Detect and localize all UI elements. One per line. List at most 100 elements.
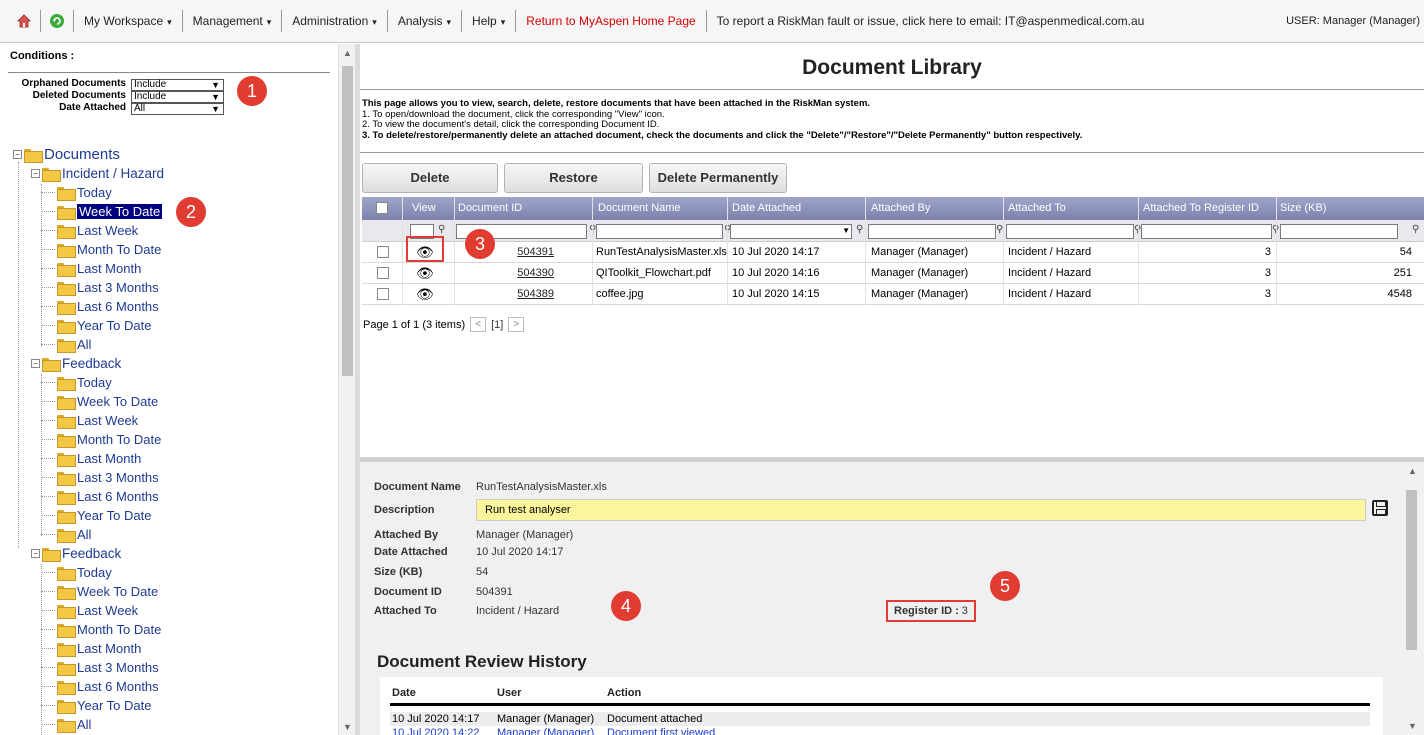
tree-item-last-3-months[interactable]: Last 3 Months bbox=[41, 470, 159, 486]
view-eye-icon[interactable]: 👁 bbox=[416, 266, 434, 280]
view-eye-icon[interactable]: 👁 bbox=[416, 287, 434, 301]
tree-item-last-week[interactable]: Last Week bbox=[41, 413, 138, 429]
tree-item-year-to-date[interactable]: Year To Date bbox=[41, 698, 151, 714]
select-all-checkbox[interactable] bbox=[376, 202, 388, 214]
tree-item-last-week[interactable]: Last Week bbox=[41, 603, 138, 619]
filter-attached-by-input[interactable] bbox=[868, 224, 996, 239]
filter-icon[interactable]: ⚲ bbox=[438, 224, 445, 235]
return-home-link[interactable]: Return to MyAspen Home Page bbox=[524, 14, 697, 28]
tree-item-today[interactable]: Today bbox=[41, 565, 112, 581]
folder-icon bbox=[57, 661, 76, 676]
scroll-up-icon[interactable]: ▲ bbox=[1408, 466, 1417, 476]
tree-item-month-to-date[interactable]: Month To Date bbox=[41, 432, 161, 448]
scroll-up-icon[interactable]: ▲ bbox=[343, 48, 352, 58]
col-register-id[interactable]: Attached To Register ID bbox=[1143, 202, 1259, 214]
tree-item-year-to-date[interactable]: Year To Date bbox=[41, 318, 151, 334]
tree-item-year-to-date[interactable]: Year To Date bbox=[41, 508, 151, 524]
instructions-divider bbox=[360, 152, 1424, 153]
scroll-down-icon[interactable]: ▼ bbox=[1408, 721, 1417, 731]
col-date-attached[interactable]: Date Attached bbox=[732, 202, 801, 214]
tree-item-week-to-date[interactable]: Week To Date bbox=[41, 204, 163, 220]
tree-item-last-month[interactable]: Last Month bbox=[41, 451, 141, 467]
document-id-link[interactable]: 504390 bbox=[517, 267, 554, 279]
filter-date-attached-input[interactable]: ▼ bbox=[730, 224, 852, 239]
col-document-id[interactable]: Document ID bbox=[458, 202, 522, 214]
collapse-icon[interactable]: − bbox=[13, 150, 22, 159]
left-scrollbar[interactable]: ▲ ▼ bbox=[338, 44, 355, 735]
restore-button[interactable]: Restore bbox=[504, 163, 643, 193]
row-checkbox[interactable] bbox=[377, 246, 389, 258]
size-kb: 251 bbox=[1393, 267, 1412, 279]
tree-item-last-6-months[interactable]: Last 6 Months bbox=[41, 679, 159, 695]
size-kb: 54 bbox=[1399, 246, 1412, 258]
tree-item-month-to-date[interactable]: Month To Date bbox=[41, 622, 161, 638]
row-checkbox[interactable] bbox=[377, 267, 389, 279]
filter-document-name-input[interactable] bbox=[596, 224, 723, 239]
tree-item-all[interactable]: All bbox=[41, 527, 91, 543]
scrollbar-thumb[interactable] bbox=[1406, 490, 1417, 650]
menu-analysis[interactable]: Analysis ▾ bbox=[396, 14, 453, 28]
filter-register-id-input[interactable] bbox=[1141, 224, 1272, 239]
scroll-down-icon[interactable]: ▼ bbox=[343, 722, 352, 732]
home-icon[interactable] bbox=[16, 13, 32, 29]
history-date: 10 Jul 2020 14:17 bbox=[392, 713, 480, 725]
deleted-documents-select[interactable]: Include ▼ bbox=[131, 91, 224, 103]
tree-item-today[interactable]: Today bbox=[41, 375, 112, 391]
calendar-dropdown-icon[interactable]: ▼ bbox=[842, 226, 850, 235]
tree-item-last-6-months[interactable]: Last 6 Months bbox=[41, 299, 159, 315]
main-panel: Document Library This page allows you to… bbox=[360, 44, 1424, 735]
tree-item-last-6-months[interactable]: Last 6 Months bbox=[41, 489, 159, 505]
menu-help[interactable]: Help ▾ bbox=[470, 14, 507, 28]
detail-scrollbar[interactable]: ▲ ▼ bbox=[1400, 462, 1424, 735]
menu-my-workspace[interactable]: My Workspace ▾ bbox=[82, 14, 174, 28]
tree-root-documents[interactable]: − Documents bbox=[13, 146, 120, 163]
col-document-name[interactable]: Document Name bbox=[598, 202, 681, 214]
prev-page-button[interactable]: < bbox=[470, 317, 487, 332]
report-fault-link[interactable]: To report a RiskMan fault or issue, clic… bbox=[715, 14, 1147, 28]
collapse-icon[interactable]: − bbox=[31, 169, 40, 178]
description-input[interactable]: Run test analyser bbox=[476, 499, 1366, 521]
col-view[interactable]: View bbox=[412, 202, 436, 214]
tree-group-feedback[interactable]: − Feedback bbox=[31, 356, 121, 372]
tree-item-last-month[interactable]: Last Month bbox=[41, 261, 141, 277]
current-page[interactable]: [1] bbox=[491, 319, 503, 331]
filter-attached-to-input[interactable] bbox=[1006, 224, 1134, 239]
tree-item-last-3-months[interactable]: Last 3 Months bbox=[41, 660, 159, 676]
filter-icon[interactable]: ⚲ bbox=[1412, 224, 1419, 235]
filter-size-input[interactable] bbox=[1280, 224, 1398, 239]
col-attached-by[interactable]: Attached By bbox=[871, 202, 930, 214]
document-id-link[interactable]: 504391 bbox=[517, 246, 554, 258]
tree-group-feedback[interactable]: − Feedback bbox=[31, 546, 121, 562]
row-checkbox[interactable] bbox=[377, 288, 389, 300]
delete-button[interactable]: Delete bbox=[362, 163, 498, 193]
menu-administration[interactable]: Administration ▾ bbox=[290, 14, 379, 28]
tree-item-today[interactable]: Today bbox=[41, 185, 112, 201]
document-id-link[interactable]: 504389 bbox=[517, 288, 554, 300]
filter-icon[interactable]: ⚲ bbox=[856, 224, 863, 235]
tree-item-last-3-months[interactable]: Last 3 Months bbox=[41, 280, 159, 296]
tree-item-week-to-date[interactable]: Week To Date bbox=[41, 584, 158, 600]
orphaned-documents-select[interactable]: Include ▼ bbox=[131, 79, 224, 91]
menu-management[interactable]: Management ▾ bbox=[191, 14, 274, 28]
collapse-icon[interactable]: − bbox=[31, 549, 40, 558]
tree-item-all[interactable]: All bbox=[41, 337, 91, 353]
tree-item-week-to-date[interactable]: Week To Date bbox=[41, 394, 158, 410]
scrollbar-thumb[interactable] bbox=[342, 66, 353, 376]
annotation-badge-5: 5 bbox=[990, 571, 1020, 601]
col-size[interactable]: Size (KB) bbox=[1280, 202, 1326, 214]
tree-item-last-month[interactable]: Last Month bbox=[41, 641, 141, 657]
refresh-icon[interactable] bbox=[49, 13, 65, 29]
col-attached-to[interactable]: Attached To bbox=[1008, 202, 1066, 214]
attached-to: Incident / Hazard bbox=[1008, 246, 1092, 258]
folder-icon bbox=[57, 205, 76, 220]
tree-group-incident-hazard[interactable]: − Incident / Hazard bbox=[31, 166, 164, 182]
save-icon[interactable] bbox=[1372, 500, 1388, 516]
delete-permanently-button[interactable]: Delete Permanently bbox=[649, 163, 787, 193]
tree-item-last-week[interactable]: Last Week bbox=[41, 223, 138, 239]
tree-item-all[interactable]: All bbox=[41, 717, 91, 733]
date-attached-select[interactable]: All ▼ bbox=[131, 103, 224, 115]
collapse-icon[interactable]: − bbox=[31, 359, 40, 368]
next-page-button[interactable]: > bbox=[508, 317, 525, 332]
tree-item-month-to-date[interactable]: Month To Date bbox=[41, 242, 161, 258]
review-history-table: Date User Action 10 Jul 2020 14:17 Manag… bbox=[380, 677, 1383, 735]
